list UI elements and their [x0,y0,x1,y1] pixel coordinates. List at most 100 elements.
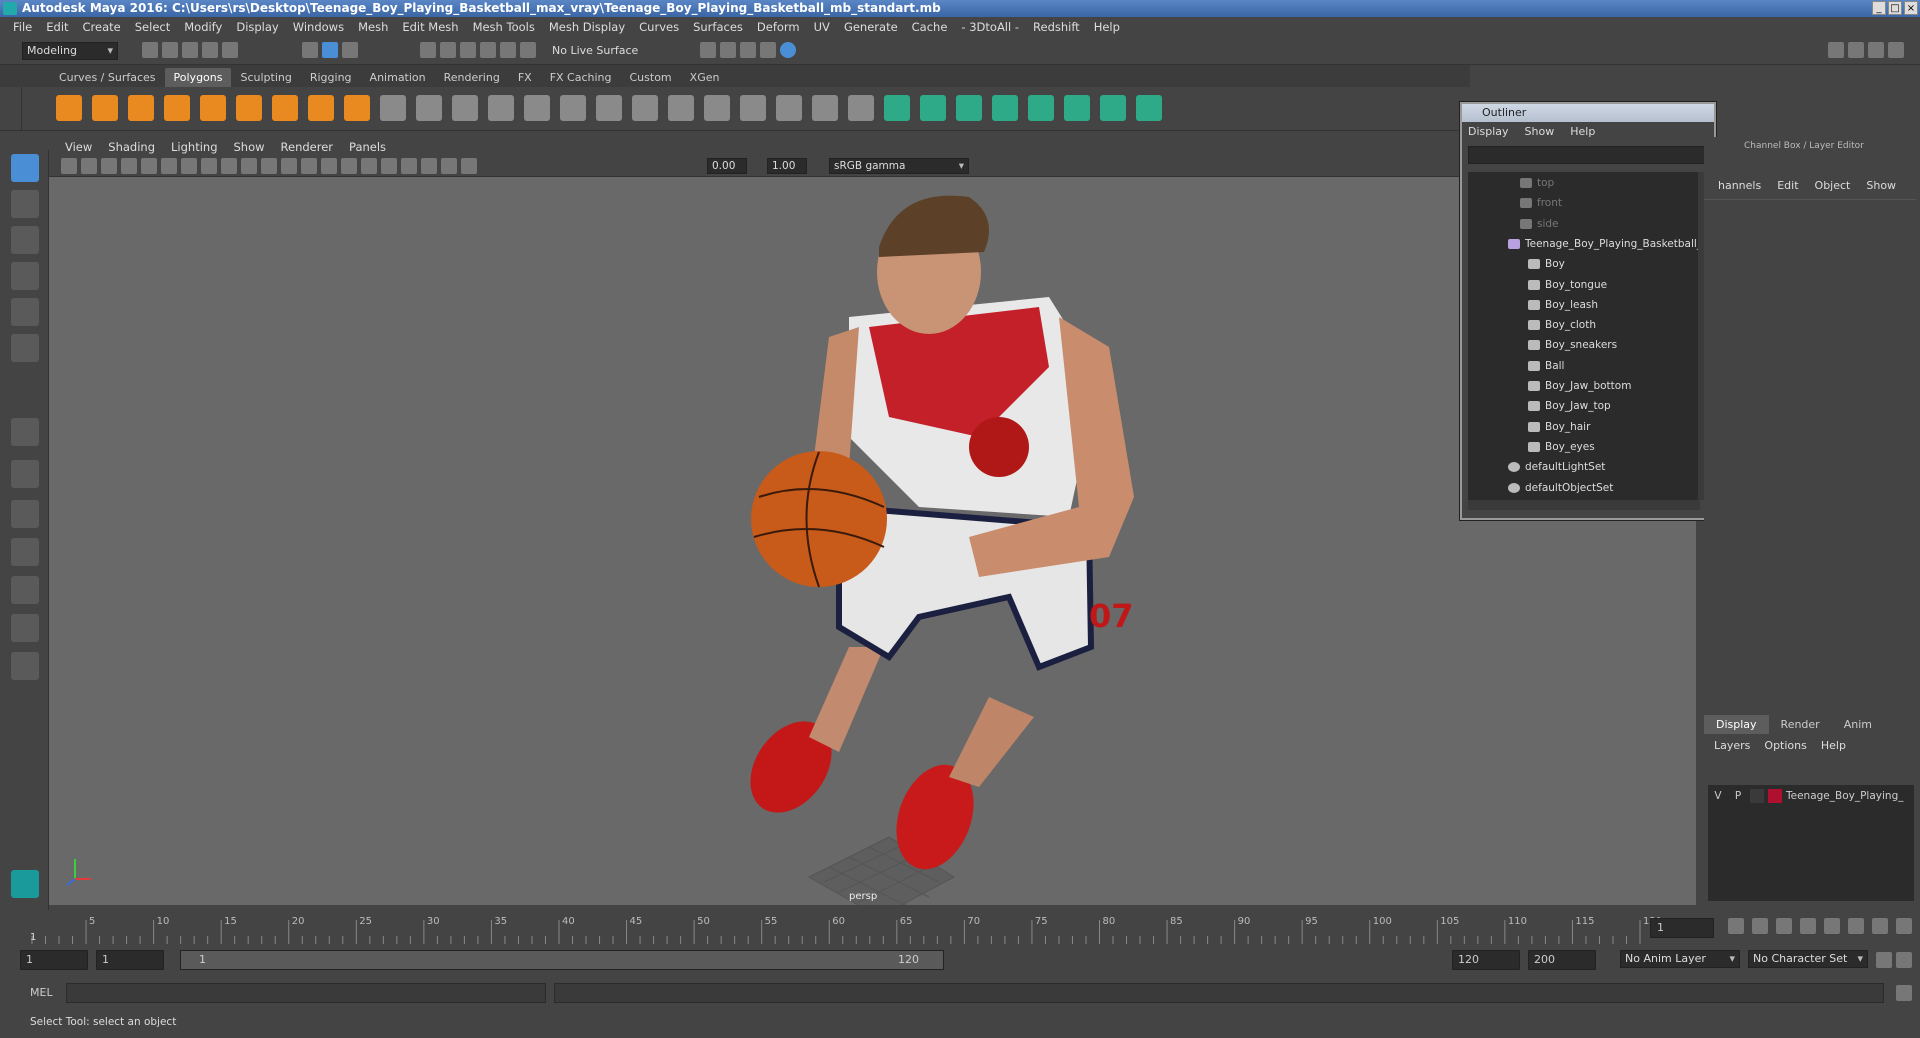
menu-display[interactable]: Display [229,20,285,34]
command-language-label[interactable]: MEL [30,986,53,999]
render-settings-icon[interactable] [700,42,716,58]
uv-planar-icon[interactable] [920,95,946,121]
menu--3dtoall-[interactable]: - 3DtoAll - [954,20,1026,34]
snap-point-icon[interactable] [460,42,476,58]
panel-menu-show[interactable]: Show [226,140,273,154]
menu-curves[interactable]: Curves [632,20,686,34]
outliner-item[interactable]: Boy_eyes [1528,438,1595,456]
time-slider[interactable]: 5 10 15 20 25 30 35 40 45 50 55 60 65 70 75 80 85 90 95 100… [0,910,1920,946]
image-plane-icon[interactable] [141,158,157,174]
outliner-item[interactable]: Ball [1528,357,1564,375]
select-camera-icon[interactable] [61,158,77,174]
smooth-icon[interactable] [452,95,478,121]
menu-generate[interactable]: Generate [837,20,905,34]
outliner-titlebar[interactable]: Outliner [1462,104,1714,122]
menu-select[interactable]: Select [128,20,177,34]
uv-editor-icon[interactable] [884,95,910,121]
camera-attributes-icon[interactable] [101,158,117,174]
channel-menu-edit[interactable]: Edit [1777,179,1798,192]
shelf-tab-sculpting[interactable]: Sculpting [231,68,300,87]
viewport-persp[interactable]: 07 persp [49,177,1696,918]
play-backward-icon[interactable] [1800,918,1816,934]
booleans-icon[interactable] [488,95,514,121]
outliner-item[interactable]: defaultObjectSet [1508,479,1613,497]
auto-key-icon[interactable] [1876,952,1892,968]
outliner-item[interactable]: side [1520,215,1559,233]
uv-unfold-icon[interactable] [1028,95,1054,121]
menu-surfaces[interactable]: Surfaces [686,20,750,34]
persp-hypershade-icon[interactable] [11,576,39,604]
menu-help[interactable]: Help [1087,20,1127,34]
layout-expand-icon[interactable] [11,652,39,680]
lock-camera-icon[interactable] [81,158,97,174]
outliner-item[interactable]: Boy_Jaw_bottom [1528,377,1631,395]
layer-row[interactable]: V P Teenage_Boy_Playing_ [1710,787,1910,805]
outliner-item[interactable]: Boy_tongue [1528,276,1607,294]
animation-end-field[interactable]: 200 [1528,950,1596,970]
uv-auto-icon[interactable] [956,95,982,121]
save-scene-icon[interactable] [182,42,198,58]
poly-cone-icon[interactable] [164,95,190,121]
channel-menu-show[interactable]: Show [1866,179,1896,192]
step-back-icon[interactable] [1752,918,1768,934]
bookmark-icon[interactable] [121,158,137,174]
xray-icon[interactable] [401,158,417,174]
step-back-key-icon[interactable] [1776,918,1792,934]
snap-curve-icon[interactable] [440,42,456,58]
uv-cut-icon[interactable] [992,95,1018,121]
redo-icon[interactable] [222,42,238,58]
menu-create[interactable]: Create [76,20,128,34]
film-gate-icon[interactable] [181,158,197,174]
play-forward-icon[interactable] [1824,918,1840,934]
multi-cut-icon[interactable] [776,95,802,121]
channel-menu-hannels[interactable]: hannels [1718,179,1761,192]
undo-icon[interactable] [202,42,218,58]
symmetrize-icon[interactable] [1136,95,1162,121]
uv-layout-icon[interactable] [1064,95,1090,121]
checker-icon[interactable] [1100,95,1126,121]
shelf-tab-rigging[interactable]: Rigging [301,68,361,87]
go-to-end-icon[interactable] [1896,918,1912,934]
outliner-menu-help[interactable]: Help [1570,125,1595,139]
layer-tab-render[interactable]: Render [1769,715,1832,734]
shelf-tab-curves-surfaces[interactable]: Curves / Surfaces [50,68,165,87]
append-icon[interactable] [632,95,658,121]
smooth-shade-icon[interactable] [321,158,337,174]
minimize-button[interactable]: _ [1872,1,1886,15]
poly-cube-icon[interactable] [92,95,118,121]
outliner-item[interactable]: defaultLightSet [1508,458,1605,476]
rotate-tool-icon[interactable] [11,298,39,326]
outliner-item[interactable]: Boy_hair [1528,418,1590,436]
gate-mask-icon[interactable] [221,158,237,174]
shelf-tab-rendering[interactable]: Rendering [435,68,509,87]
menu-cache[interactable]: Cache [905,20,955,34]
layer-menu-help[interactable]: Help [1821,739,1846,752]
modeling-toolkit-icon[interactable] [1828,42,1844,58]
wireframe-icon[interactable] [301,158,317,174]
poly-plane-icon[interactable] [200,95,226,121]
layer-visibility[interactable]: V [1710,790,1726,802]
safe-action-icon[interactable] [261,158,277,174]
outliner-menu-display[interactable]: Display [1468,125,1509,139]
layer-tab-display[interactable]: Display [1704,715,1769,734]
menu-edit-mesh[interactable]: Edit Mesh [395,20,465,34]
panel-menu-panels[interactable]: Panels [341,140,394,154]
character-set-dropdown[interactable]: No Character Set [1748,950,1868,968]
layer-playback[interactable]: P [1730,790,1746,802]
layer-color-swatch[interactable] [1768,789,1782,803]
field-chart-icon[interactable] [241,158,257,174]
gamma-field[interactable]: 1.00 [767,158,807,174]
insert-edge-loop-icon[interactable] [668,95,694,121]
open-scene-icon[interactable] [162,42,178,58]
playback-end-field[interactable]: 120 [1452,950,1520,970]
target-weld-icon[interactable] [812,95,838,121]
outliner-item[interactable]: Boy_sneakers [1528,336,1617,354]
layer-tab-anim[interactable]: Anim [1832,715,1884,734]
combine-icon[interactable] [344,95,370,121]
menu-modify[interactable]: Modify [177,20,229,34]
menu-file[interactable]: File [6,20,39,34]
shelf-tab-polygons[interactable]: Polygons [164,68,232,87]
outliner-menu-show[interactable]: Show [1525,125,1555,139]
layer-menu-options[interactable]: Options [1764,739,1806,752]
mirror-icon[interactable] [524,95,550,121]
